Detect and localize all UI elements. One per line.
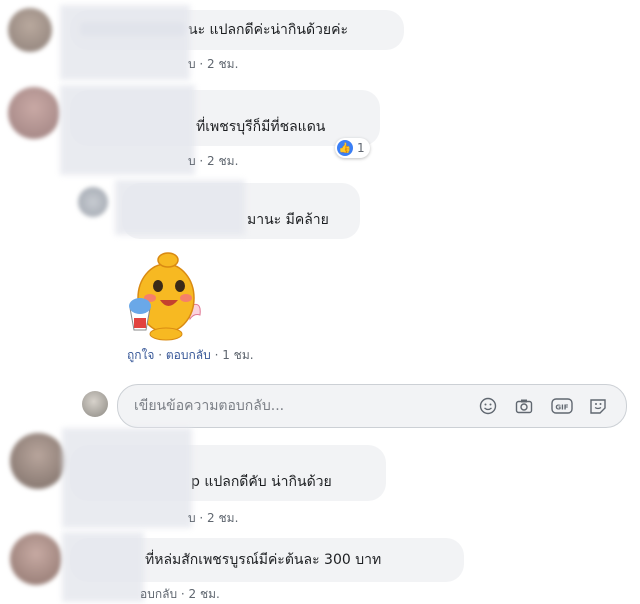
- comment-meta: บ · 2 ชม.: [188, 57, 239, 71]
- avatar[interactable]: [8, 8, 52, 52]
- gif-icon[interactable]: GIF: [551, 397, 573, 415]
- blurred-region: [62, 532, 144, 602]
- blurred-region: [60, 5, 190, 80]
- avatar[interactable]: [10, 533, 62, 585]
- separator: ·: [158, 348, 166, 362]
- comment-text: มานะ มีคล้าย: [247, 212, 329, 228]
- reply-link[interactable]: ตอบกลับ: [166, 348, 211, 362]
- comment-meta: บ · 2 ชม.: [188, 511, 239, 525]
- reaction-count[interactable]: 👍 1: [335, 138, 370, 158]
- blurred-region: [62, 428, 192, 528]
- avatar[interactable]: [8, 87, 60, 139]
- sticker-icon[interactable]: [589, 397, 607, 415]
- smiley-icon[interactable]: [479, 397, 497, 415]
- reply-input[interactable]: [132, 395, 466, 417]
- timestamp: 1 ชม.: [222, 348, 254, 362]
- camera-icon[interactable]: [515, 397, 533, 415]
- blurred-region: [115, 180, 245, 235]
- comment-meta: บ · 2 ชม.: [188, 154, 239, 168]
- like-link[interactable]: ถูกใจ: [127, 348, 154, 362]
- sticker-image: [122, 252, 206, 344]
- avatar[interactable]: [10, 433, 66, 489]
- svg-text:GIF: GIF: [555, 404, 568, 412]
- reply-meta: ถูกใจ · ตอบกลับ · 1 ชม.: [127, 346, 254, 365]
- comment-meta: อบกลับ · 2 ชม.: [140, 587, 220, 601]
- comment-text: ที่เพชรบุรีก็มีที่ชลแดน: [196, 119, 326, 135]
- reply-input-box[interactable]: GIF: [117, 384, 627, 428]
- reaction-number: 1: [357, 141, 365, 155]
- avatar: [82, 391, 108, 417]
- avatar[interactable]: [78, 187, 108, 217]
- comment-text: p แปลกดีคับ น่ากินด้วย: [191, 474, 332, 490]
- blurred-region: [60, 85, 195, 175]
- comment-text: นะ แปลกดีค่ะน่ากินด้วยค่ะ: [188, 22, 349, 38]
- like-icon: 👍: [337, 140, 353, 156]
- comment-text: ที่หล่มสักเพชรบูรณ์มีค่ะต้นละ 300 บาท: [145, 552, 382, 568]
